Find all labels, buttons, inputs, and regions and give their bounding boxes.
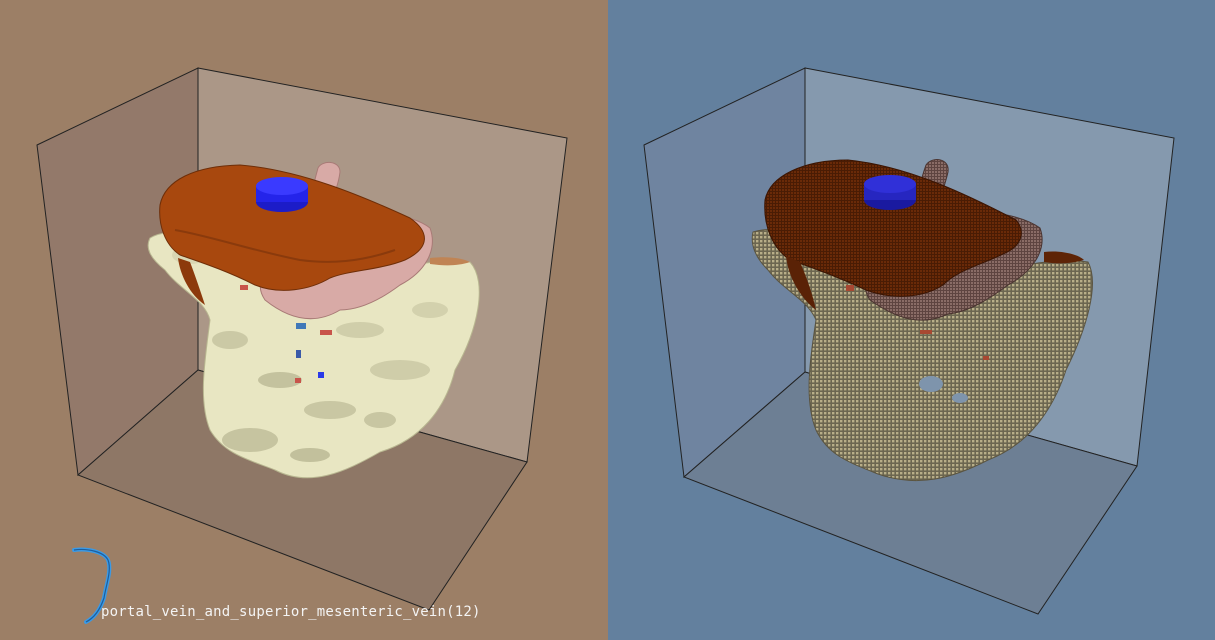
right-3d-viewport[interactable] [608,0,1215,640]
left-3d-scene[interactable] [0,0,608,640]
aorta-mesh [256,177,308,212]
aorta-voxels [864,175,916,210]
right-3d-scene[interactable] [608,0,1215,640]
structure-label: portal_vein_and_superior_mesenteric_vein… [101,604,481,620]
left-3d-viewport[interactable]: portal_vein_and_superior_mesenteric_vein… [0,0,608,640]
